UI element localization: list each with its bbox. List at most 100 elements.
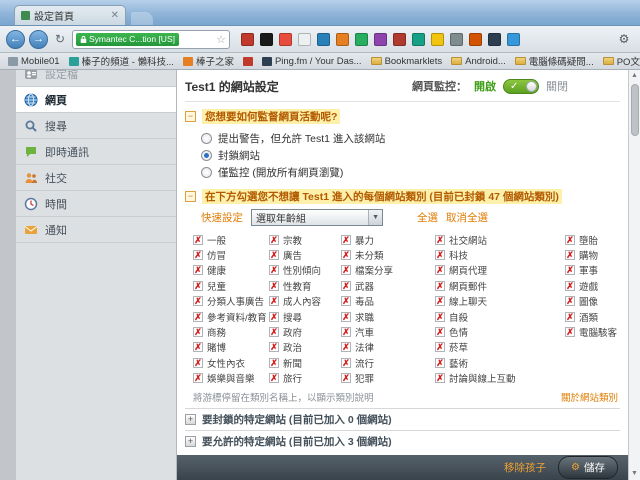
toggle-knob[interactable] [526, 80, 537, 92]
blocked-checkbox-icon[interactable]: ✗ [435, 342, 445, 353]
save-button[interactable]: ⚙ 儲存 [558, 456, 618, 479]
blocked-checkbox-icon[interactable]: ✗ [435, 280, 445, 291]
category-checkbox-item[interactable]: ✗ 網頁代理 [435, 263, 565, 278]
blocked-checkbox-icon[interactable]: ✗ [565, 311, 575, 322]
blocked-checkbox-icon[interactable]: ✗ [269, 327, 279, 338]
radio-option[interactable]: 僅監控 (開放所有網頁瀏覽) [201, 164, 620, 181]
radio-button[interactable] [201, 150, 212, 161]
category-checkbox-item[interactable]: ✗ 女性內衣 [193, 355, 269, 370]
chevron-down-icon[interactable]: ▼ [368, 210, 382, 225]
expand-icon[interactable]: + [185, 435, 196, 447]
address-bar[interactable]: Symantec C...tion [US] ☆ [72, 29, 230, 49]
category-checkbox-item[interactable]: ✗ 犯罪 [341, 371, 435, 386]
expand-icon[interactable]: + [185, 413, 196, 425]
forward-button[interactable]: → [29, 29, 48, 49]
blocked-checkbox-icon[interactable]: ✗ [435, 296, 445, 307]
extension-icon[interactable] [393, 32, 406, 46]
blocked-checkbox-icon[interactable]: ✗ [269, 234, 279, 245]
category-checkbox-item[interactable]: ✗ 購物 [565, 247, 620, 262]
extension-icon[interactable] [469, 32, 482, 46]
radio-option[interactable]: 封鎖網站 [201, 147, 620, 164]
category-checkbox-item[interactable]: ✗ 兒童 [193, 278, 269, 293]
bookmark-item[interactable]: Ping.fm / Your Das... [261, 56, 362, 67]
blocked-checkbox-icon[interactable]: ✗ [341, 250, 351, 261]
category-checkbox-item[interactable]: ✗ 流行 [341, 355, 435, 370]
category-checkbox-item[interactable]: ✗ 宗教 [269, 232, 341, 247]
blocked-checkbox-icon[interactable]: ✗ [341, 265, 351, 276]
web-monitoring-toggle[interactable]: ✓ [503, 78, 539, 94]
category-checkbox-item[interactable]: ✗ 自殺 [435, 309, 565, 324]
blocked-checkbox-icon[interactable]: ✗ [565, 250, 575, 261]
category-checkbox-item[interactable]: ✗ 性教育 [269, 278, 341, 293]
extension-icon[interactable] [298, 32, 311, 46]
blocked-checkbox-icon[interactable]: ✗ [341, 373, 351, 384]
category-checkbox-item[interactable]: ✗ 墮胎 [565, 232, 620, 247]
bookmark-item[interactable]: Android... [451, 56, 506, 67]
extension-icon[interactable] [279, 32, 292, 46]
blocked-checkbox-icon[interactable]: ✗ [435, 250, 445, 261]
title-bar[interactable]: 設定首頁 ✕ [0, 0, 640, 26]
ev-certificate-badge[interactable]: Symantec C...tion [US] [76, 32, 179, 46]
blocked-checkbox-icon[interactable]: ✗ [193, 373, 203, 384]
collapse-icon[interactable]: − [185, 190, 196, 202]
blocked-sites-expander[interactable]: + 要封鎖的特定網站 (目前已加入 0 個網站) [185, 407, 620, 430]
category-checkbox-item[interactable]: ✗ 求職 [341, 309, 435, 324]
sidebar-item-profile[interactable]: 設定檔 [16, 70, 176, 87]
extension-icon[interactable] [336, 32, 349, 46]
extension-icon[interactable] [507, 32, 520, 46]
category-checkbox-item[interactable]: ✗ 武器 [341, 278, 435, 293]
category-checkbox-item[interactable]: ✗ 成人內容 [269, 294, 341, 309]
blocked-checkbox-icon[interactable]: ✗ [269, 250, 279, 261]
category-checkbox-item[interactable]: ✗ 科技 [435, 247, 565, 262]
category-checkbox-item[interactable]: ✗ 賭博 [193, 340, 269, 355]
tab-close-icon[interactable]: ✕ [111, 10, 119, 21]
category-checkbox-item[interactable]: ✗ 討論與線上互動 [435, 371, 565, 386]
extension-icon[interactable] [431, 32, 444, 46]
deselect-all-link[interactable]: 取消全選 [446, 210, 488, 225]
blocked-checkbox-icon[interactable]: ✗ [341, 357, 351, 368]
extension-icon[interactable] [317, 32, 330, 46]
bookmark-item[interactable]: 棒子之家 [182, 54, 234, 68]
radio-button[interactable] [201, 167, 212, 178]
category-checkbox-item[interactable]: ✗ 網頁郵件 [435, 278, 565, 293]
remove-child-link[interactable]: 移除孩子 [504, 460, 546, 475]
category-checkbox-item[interactable]: ✗ 遊戲 [565, 278, 620, 293]
sidebar-item-social[interactable]: 社交 [16, 165, 176, 191]
blocked-checkbox-icon[interactable]: ✗ [435, 311, 445, 322]
bookmark-star-icon[interactable]: ☆ [216, 33, 226, 46]
category-checkbox-item[interactable]: ✗ 新聞 [269, 355, 341, 370]
category-checkbox-item[interactable]: ✗ 菸草 [435, 340, 565, 355]
category-checkbox-item[interactable]: ✗ 社交網站 [435, 232, 565, 247]
blocked-checkbox-icon[interactable]: ✗ [565, 280, 575, 291]
category-checkbox-item[interactable]: ✗ 軍事 [565, 263, 620, 278]
extension-icon[interactable] [241, 32, 254, 46]
category-checkbox-item[interactable]: ✗ 健康 [193, 263, 269, 278]
select-all-link[interactable]: 全選 [417, 210, 438, 225]
category-checkbox-item[interactable]: ✗ 搜尋 [269, 309, 341, 324]
blocked-checkbox-icon[interactable]: ✗ [269, 296, 279, 307]
category-checkbox-item[interactable]: ✗ 線上聊天 [435, 294, 565, 309]
blocked-checkbox-icon[interactable]: ✗ [193, 280, 203, 291]
category-checkbox-item[interactable]: ✗ 商務 [193, 324, 269, 339]
category-checkbox-item[interactable]: ✗ 電腦駭客 [565, 324, 620, 339]
category-checkbox-item[interactable]: ✗ 汽車 [341, 324, 435, 339]
extension-icon[interactable] [260, 32, 273, 46]
category-checkbox-item[interactable]: ✗ 政府 [269, 324, 341, 339]
back-button[interactable]: ← [6, 29, 25, 49]
new-tab-button[interactable] [131, 12, 153, 25]
category-checkbox-item[interactable]: ✗ 暴力 [341, 232, 435, 247]
blocked-checkbox-icon[interactable]: ✗ [565, 265, 575, 276]
blocked-checkbox-icon[interactable]: ✗ [193, 234, 203, 245]
reload-button[interactable]: ↻ [52, 32, 68, 46]
blocked-checkbox-icon[interactable]: ✗ [193, 357, 203, 368]
category-checkbox-item[interactable]: ✗ 旅行 [269, 371, 341, 386]
sidebar-item-im[interactable]: 即時通訊 [16, 139, 176, 165]
about-categories-link[interactable]: 關於網站類別 [561, 390, 618, 404]
bookmark-item[interactable]: 電腦條碼疑問... [514, 54, 594, 68]
blocked-checkbox-icon[interactable]: ✗ [565, 296, 575, 307]
vertical-scrollbar[interactable]: ▲ ▼ [628, 70, 640, 480]
bookmark-item[interactable]: PO文實... [602, 54, 640, 68]
browser-tab[interactable]: 設定首頁 ✕ [14, 5, 126, 25]
category-checkbox-item[interactable]: ✗ 酒類 [565, 309, 620, 324]
blocked-checkbox-icon[interactable]: ✗ [341, 327, 351, 338]
